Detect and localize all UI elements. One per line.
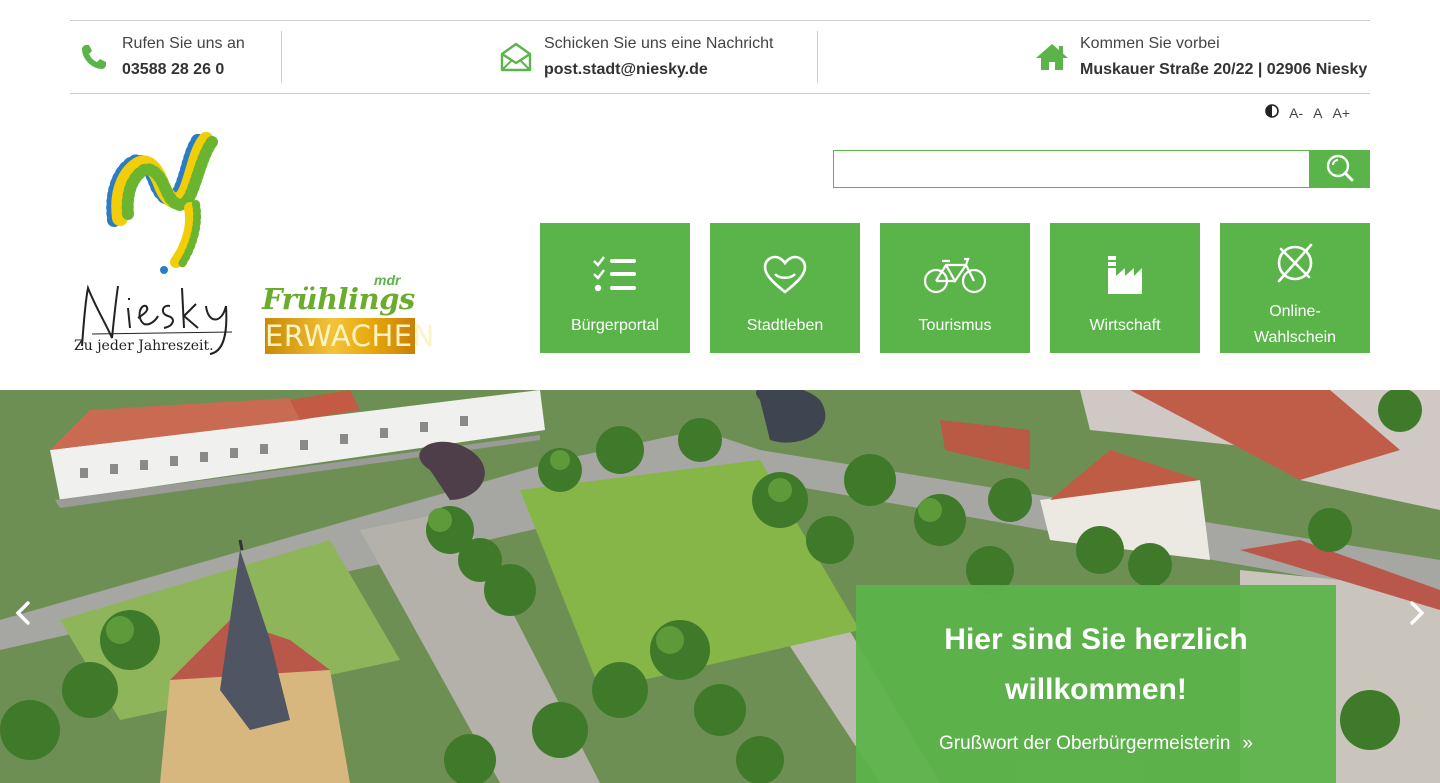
contrast-icon[interactable] xyxy=(1263,104,1281,121)
contact-address[interactable]: Kommen Sie vorbei Muskauer Straße 20/22 … xyxy=(1034,21,1367,93)
welcome-title: Hier sind Sie herzlich willkommen! xyxy=(944,623,1248,706)
contact-phone[interactable]: Rufen Sie uns an 03588 28 26 0 xyxy=(76,21,245,93)
tile-stadtleben[interactable]: Stadtleben xyxy=(710,223,860,353)
niesky-slogan: Zu jeder Jahreszeit. xyxy=(74,338,214,354)
campaign-title: Frühlings xyxy=(262,282,415,316)
phone-icon xyxy=(76,39,112,75)
search-input[interactable] xyxy=(833,150,1309,188)
search-icon xyxy=(1325,153,1355,186)
contact-bar: Rufen Sie uns an 03588 28 26 0 Schicken … xyxy=(70,20,1370,94)
campaign-subtitle: ERWACHEN xyxy=(265,318,435,354)
ballot-icon xyxy=(1273,241,1317,285)
slider-next-button[interactable] xyxy=(1402,600,1432,630)
font-normal-button[interactable]: A xyxy=(1311,105,1324,121)
mail-address[interactable]: post.stadt@niesky.de xyxy=(544,57,773,83)
heart-icon xyxy=(763,253,807,297)
tile-buergerportal[interactable]: Bürgerportal xyxy=(540,223,690,353)
mail-icon xyxy=(498,39,534,75)
tile-label: Stadtleben xyxy=(746,317,824,334)
home-icon xyxy=(1034,39,1070,75)
divider xyxy=(817,31,818,83)
address-label: Kommen Sie vorbei xyxy=(1080,35,1220,52)
greeting-link[interactable]: Grußwort der Oberbürgermeisterin » xyxy=(939,733,1253,755)
hero-slider: Hier sind Sie herzlich willkommen! Grußw… xyxy=(0,390,1440,783)
tile-tourismus[interactable]: Tourismus xyxy=(880,223,1030,353)
tile-label: Tourismus xyxy=(918,317,992,334)
divider xyxy=(281,31,282,83)
contact-mail[interactable]: Schicken Sie uns eine Nachricht post.sta… xyxy=(498,21,773,93)
slider-prev-button[interactable] xyxy=(8,600,38,630)
chevron-right-icon xyxy=(1408,600,1426,631)
tile-wirtschaft[interactable]: Wirtschaft xyxy=(1050,223,1200,353)
welcome-box: Hier sind Sie herzlich willkommen! Grußw… xyxy=(856,585,1336,783)
search-button[interactable] xyxy=(1309,150,1370,188)
phone-label: Rufen Sie uns an xyxy=(122,35,245,52)
checklist-icon xyxy=(592,253,638,297)
address-value: Muskauer Straße 20/22 | 02906 Niesky xyxy=(1080,61,1368,78)
phone-number[interactable]: 03588 28 26 0 xyxy=(122,57,245,83)
greeting-link-label: Grußwort der Oberbürgermeisterin xyxy=(938,733,1231,754)
chevron-left-icon xyxy=(14,600,32,631)
niesky-logo[interactable]: Zu jeder Jahreszeit. xyxy=(72,128,244,358)
tile-label: Wirtschaft xyxy=(1089,317,1161,334)
font-smaller-button[interactable]: A- xyxy=(1287,105,1305,121)
double-chevron-icon: » xyxy=(1242,733,1253,754)
fruehlingserwachen-logo[interactable]: mdr Frühlings ERWACHEN xyxy=(262,272,435,356)
factory-icon xyxy=(1105,253,1145,297)
accessibility-controls: A- A A+ xyxy=(1263,104,1352,121)
mail-label: Schicken Sie uns eine Nachricht xyxy=(544,35,774,52)
search-bar xyxy=(833,150,1370,188)
tile-label: Online- Wahlschein xyxy=(1253,303,1337,346)
tile-label: Bürgerportal xyxy=(570,317,660,334)
font-larger-button[interactable]: A+ xyxy=(1330,105,1352,121)
bicycle-icon xyxy=(922,253,988,297)
tile-online-wahlschein[interactable]: Online- Wahlschein xyxy=(1220,223,1370,353)
